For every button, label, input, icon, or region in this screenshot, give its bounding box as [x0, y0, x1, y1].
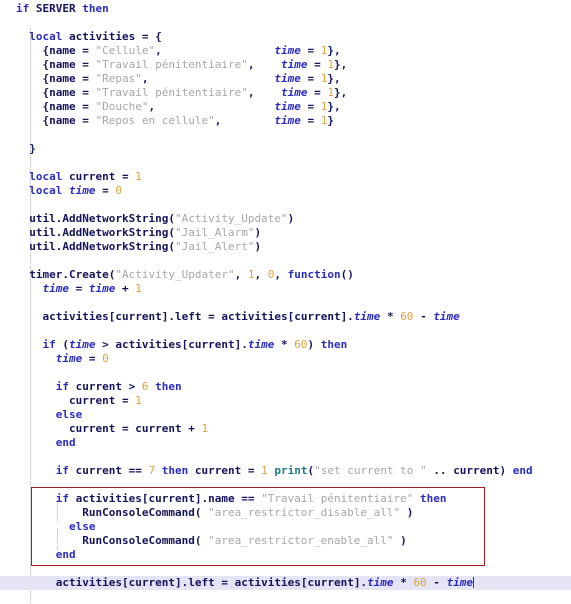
code-line[interactable] [0, 366, 571, 380]
code-line-active[interactable]: activities[current].left = activities[cu… [0, 576, 571, 590]
code-line[interactable]: {name = "Repas", time = 1}, [0, 72, 571, 86]
code-line[interactable]: else [0, 520, 571, 534]
code-line[interactable]: if SERVER then [0, 2, 571, 16]
code-line[interactable]: activities[current].left = activities[cu… [0, 310, 571, 324]
code-line[interactable]: end [0, 436, 571, 450]
code-line[interactable]: {name = "Douche", time = 1}, [0, 100, 571, 114]
code-line[interactable]: local time = 0 [0, 184, 571, 198]
code-line[interactable] [0, 198, 571, 212]
text-caret [473, 577, 475, 588]
code-line[interactable] [0, 450, 571, 464]
code-line[interactable] [0, 478, 571, 492]
code-line[interactable]: current = 1 [0, 394, 571, 408]
code-line[interactable] [0, 254, 571, 268]
code-line[interactable]: time = 0 [0, 352, 571, 366]
code-line[interactable] [0, 562, 571, 576]
code-line[interactable] [0, 296, 571, 310]
code-line[interactable]: {name = "Travail pénitentiaire", time = … [0, 86, 571, 100]
code-line[interactable]: else [0, 408, 571, 422]
code-line[interactable]: if current == 7 then current = 1 print("… [0, 464, 571, 478]
code-line[interactable]: RunConsoleCommand( "area_restrictor_disa… [0, 506, 571, 520]
code-line[interactable]: time = time + 1 [0, 282, 571, 296]
code-line[interactable]: util.AddNetworkString("Jail_Alarm") [0, 226, 571, 240]
code-line[interactable]: timer.Create("Activity_Updater", 1, 0, f… [0, 268, 571, 282]
code-line[interactable]: if current > 6 then [0, 380, 571, 394]
code-line[interactable]: if (time > activities[current].time * 60… [0, 338, 571, 352]
code-line[interactable]: local activities = { [0, 30, 571, 44]
code-line[interactable]: local current = 1 [0, 170, 571, 184]
code-line[interactable] [0, 324, 571, 338]
code-lines[interactable]: if SERVER then local activities = { {nam… [0, 0, 571, 590]
code-line[interactable]: RunConsoleCommand( "area_restrictor_enab… [0, 534, 571, 548]
code-line[interactable]: util.AddNetworkString("Activity_Update") [0, 212, 571, 226]
code-line[interactable] [0, 16, 571, 30]
code-line[interactable] [0, 156, 571, 170]
code-line[interactable]: util.AddNetworkString("Jail_Alert") [0, 240, 571, 254]
code-line[interactable]: end [0, 548, 571, 562]
code-line[interactable]: current = current + 1 [0, 422, 571, 436]
code-line[interactable]: } [0, 142, 571, 156]
code-line[interactable]: {name = "Repos en cellule", time = 1} [0, 114, 571, 128]
code-line[interactable]: {name = "Cellule", time = 1}, [0, 44, 571, 58]
code-line[interactable]: {name = "Travail pénitentiaire", time = … [0, 58, 571, 72]
code-editor[interactable]: if SERVER then local activities = { {nam… [0, 0, 571, 604]
code-line[interactable] [0, 128, 571, 142]
code-line[interactable]: if activities[current].name == "Travail … [0, 492, 571, 506]
